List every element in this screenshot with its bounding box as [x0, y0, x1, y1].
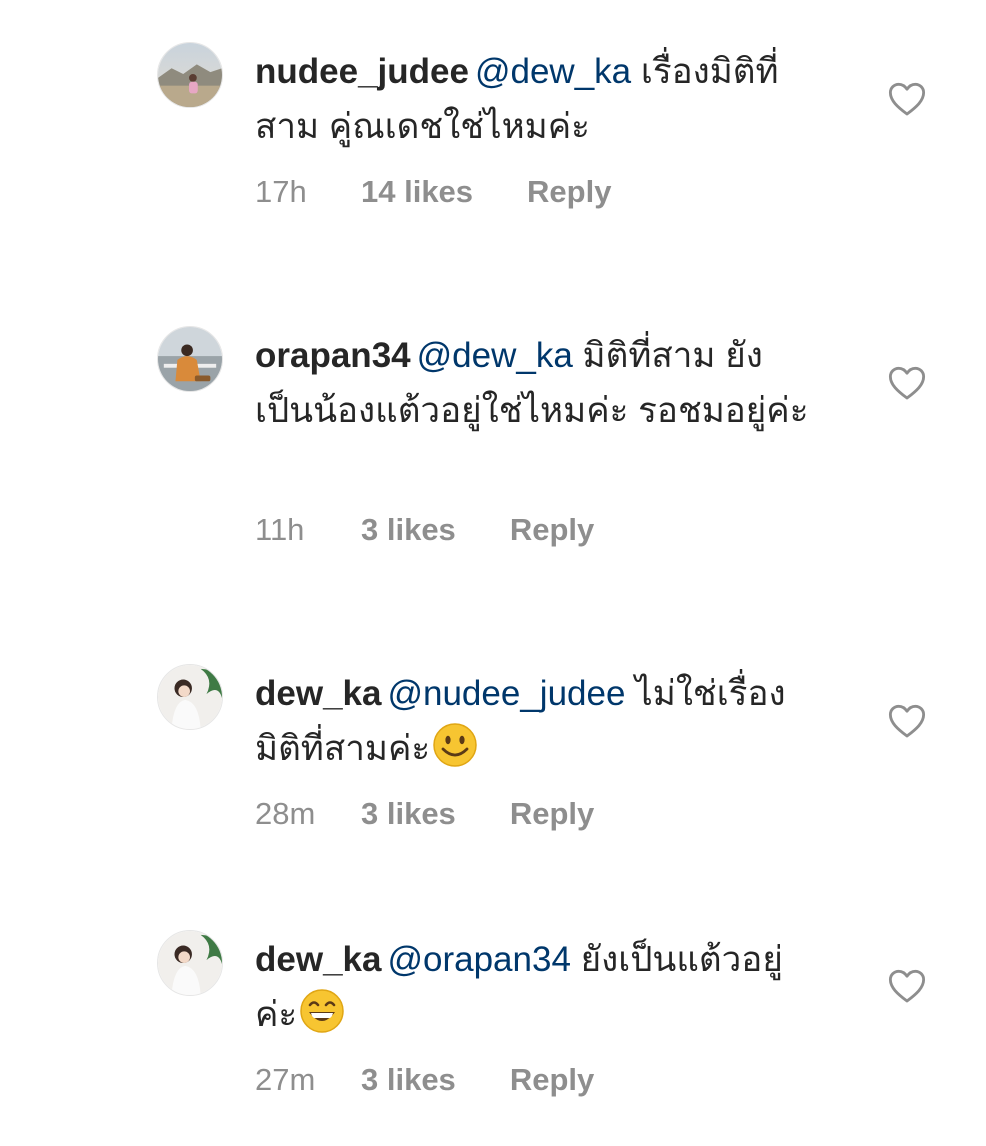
reply-button[interactable]: Reply	[510, 796, 594, 832]
comment-mention[interactable]: @nudee_judee	[387, 674, 625, 713]
comment-mention[interactable]: @orapan34	[387, 940, 570, 979]
comment-text: dew_ka @orapan34 ยังเป็นแต้วอยู่ค่ะ	[255, 932, 815, 1042]
avatar-dew-ka[interactable]	[157, 664, 223, 730]
like-button[interactable]	[888, 968, 926, 1004]
reply-button[interactable]: Reply	[527, 174, 611, 210]
reply-button[interactable]: Reply	[510, 1062, 594, 1098]
comment-body: dew_ka @orapan34 ยังเป็นแต้วอยู่ค่ะ 27m 3 …	[255, 932, 815, 1097]
comment-likes[interactable]: 3 likes	[361, 796, 456, 832]
comment-body: nudee_judee @dew_ka เรื่องมิติที่สาม คู่ณ…	[255, 44, 815, 209]
comment-time: 17h	[255, 174, 307, 209]
heart-outline-icon	[888, 704, 926, 738]
comment-meta: 17h 14 likes Reply	[255, 174, 611, 210]
comment-time: 27m	[255, 1062, 316, 1097]
comment-meta: 27m 3 likes Reply	[255, 1062, 594, 1098]
grinning-face-emoji	[299, 988, 345, 1034]
comment-mention[interactable]: @dew_ka	[417, 336, 573, 375]
avatar-nudee-judee[interactable]	[157, 42, 223, 108]
heart-outline-icon	[888, 969, 926, 1003]
reply-button[interactable]: Reply	[510, 512, 594, 548]
comment-username[interactable]: dew_ka	[255, 940, 381, 979]
comment-likes[interactable]: 14 likes	[361, 174, 473, 210]
comment-time: 28m	[255, 796, 316, 831]
like-button[interactable]	[888, 365, 926, 401]
comment-meta: 28m 3 likes Reply	[255, 796, 594, 832]
comment-likes[interactable]: 3 likes	[361, 1062, 456, 1098]
comment-text: orapan34 @dew_ka มิติที่สาม ยังเป็นน้องแต…	[255, 328, 815, 438]
avatar-orapan34[interactable]	[157, 326, 223, 392]
comment-text: nudee_judee @dew_ka เรื่องมิติที่สาม คู่ณ…	[255, 44, 815, 154]
heart-outline-icon	[888, 82, 926, 116]
comment-username[interactable]: nudee_judee	[255, 52, 469, 91]
smiley-face-emoji	[432, 722, 478, 768]
heart-outline-icon	[888, 366, 926, 400]
comment-username[interactable]: dew_ka	[255, 674, 381, 713]
comment-time: 11h	[255, 512, 305, 547]
avatar-dew-ka[interactable]	[157, 930, 223, 996]
comment-mention[interactable]: @dew_ka	[475, 52, 631, 91]
comment-body: dew_ka @nudee_judee ไม่ใช่เรื่องมิติที่สา…	[255, 666, 815, 831]
comment-likes[interactable]: 3 likes	[361, 512, 456, 548]
comment-meta: 11h 3 likes Reply	[255, 512, 594, 548]
comment-username[interactable]: orapan34	[255, 336, 411, 375]
like-button[interactable]	[888, 703, 926, 739]
like-button[interactable]	[888, 81, 926, 117]
comment-body: orapan34 @dew_ka มิติที่สาม ยังเป็นน้องแต…	[255, 328, 815, 547]
comment-text: dew_ka @nudee_judee ไม่ใช่เรื่องมิติที่สา…	[255, 666, 815, 776]
